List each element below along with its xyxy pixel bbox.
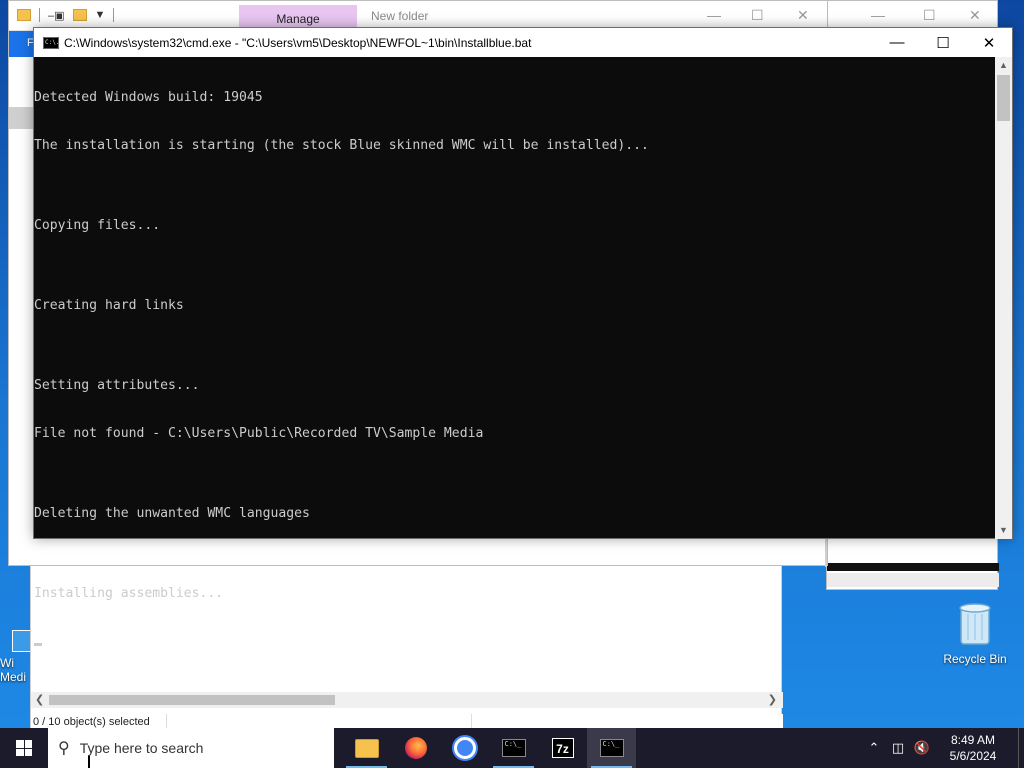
firefox-icon (404, 737, 427, 759)
console-output[interactable]: Detected Windows build: 19045 The instal… (34, 57, 996, 646)
new-folder-icon[interactable] (72, 9, 87, 21)
system-tray: ⌃ ◫ 🔇 8:49 AM 5/6/2024 (862, 728, 1024, 768)
minimize-button[interactable]: — (874, 28, 920, 57)
close-button[interactable]: ✕ (966, 28, 1012, 57)
taskbar-apps: C:\_ 7z C:\_ (342, 728, 636, 768)
cmd-icon[interactable]: C:\. (43, 36, 59, 49)
clock-time: 8:49 AM (950, 733, 996, 747)
customize-quick-access-icon[interactable]: ▼ (95, 9, 106, 21)
separator (113, 8, 115, 22)
start-button[interactable] (0, 728, 48, 768)
chevron-up-icon[interactable]: ⌃ (862, 740, 886, 756)
console-line: File not found - C:\Users\Public\Recorde… (34, 426, 484, 441)
console-line: Deleting the unwanted WMC languages (34, 506, 310, 521)
close-icon: ✕ (982, 34, 996, 52)
cmd-icon: C:\_ (599, 739, 624, 757)
console-line: The installation is starting (the stock … (34, 138, 649, 153)
chrome-icon (453, 737, 476, 759)
taskbar-firefox[interactable] (391, 728, 440, 768)
scroll-up-icon[interactable]: ▲ (995, 57, 1012, 74)
cmd-titlebar[interactable]: C:\. C:\Windows\system32\cmd.exe - "C:\U… (34, 28, 1012, 57)
file-menu-tab[interactable]: F (9, 31, 35, 57)
7zip-icon: 7z (551, 738, 574, 758)
taskbar: ⚲ Type here to search C:\_ 7z C:\_ ⌃ ◫ 🔇… (0, 728, 1024, 768)
taskbar-cmd-active[interactable]: C:\_ (587, 728, 636, 768)
nav-pane-selection (9, 107, 35, 129)
text-select-cursor-icon (88, 756, 96, 768)
search-placeholder: Type here to search (79, 740, 204, 756)
console-line: Installing assemblies... (34, 586, 224, 601)
clock-date: 5/6/2024 (949, 749, 997, 763)
volume-muted-icon[interactable]: 🔇 (910, 740, 934, 756)
close-icon[interactable]: ✕ (797, 7, 809, 24)
vertical-scrollbar[interactable]: ▲ ▼ (995, 57, 1012, 539)
explorer-title: New folder (371, 9, 429, 23)
cmd-icon: C:\_ (501, 739, 526, 757)
maximize-icon[interactable]: ☐ (751, 7, 764, 24)
window-controls: — ☐ ✕ (874, 28, 1012, 57)
horizontal-scrollbar[interactable]: ❮ ❯ (31, 692, 783, 708)
scroll-down-icon[interactable]: ▼ (995, 522, 1012, 539)
maximize-button[interactable]: ☐ (920, 28, 966, 57)
close-icon[interactable]: ✕ (969, 7, 981, 24)
console-line: Creating hard links (34, 298, 184, 313)
scrollbar-thumb[interactable] (997, 75, 1010, 121)
minimize-icon: — (889, 34, 905, 51)
taskbar-chrome[interactable] (440, 728, 489, 768)
maximize-icon: ☐ (936, 34, 950, 52)
taskbar-cmd[interactable]: C:\_ (489, 728, 538, 768)
status-separator (470, 714, 472, 728)
show-desktop-button[interactable] (1018, 728, 1024, 768)
console-line: Copying files... (34, 218, 161, 233)
network-icon[interactable]: ◫ (886, 740, 910, 756)
console-line: Detected Windows build: 19045 (34, 90, 263, 105)
clock[interactable]: 8:49 AM 5/6/2024 (934, 732, 1012, 764)
taskbar-file-explorer[interactable] (342, 728, 391, 768)
cmd-window[interactable]: C:\. C:\Windows\system32\cmd.exe - "C:\U… (33, 27, 1013, 646)
file-explorer-icon (354, 738, 379, 758)
search-icon: ⚲ (58, 740, 70, 757)
text-cursor (34, 643, 42, 646)
properties-icon[interactable]: –▣ (48, 9, 65, 22)
scrollbar-thumb[interactable] (49, 695, 335, 705)
minimize-icon[interactable]: — (707, 7, 721, 23)
status-separator (165, 714, 167, 728)
windows-logo-icon (16, 740, 32, 756)
taskbar-7zip[interactable]: 7z (538, 728, 587, 768)
maximize-icon[interactable]: ☐ (923, 7, 936, 24)
scroll-left-icon[interactable]: ❮ (35, 693, 44, 706)
separator (39, 8, 40, 22)
minimize-icon[interactable]: — (871, 7, 885, 23)
scroll-right-icon[interactable]: ❯ (768, 693, 777, 706)
cmd-window-title: C:\Windows\system32\cmd.exe - "C:\Users\… (64, 35, 532, 50)
console-line: Setting attributes... (34, 378, 200, 393)
quick-access-toolbar: –▣ ▼ (17, 8, 115, 22)
folder-icon[interactable] (17, 9, 31, 21)
